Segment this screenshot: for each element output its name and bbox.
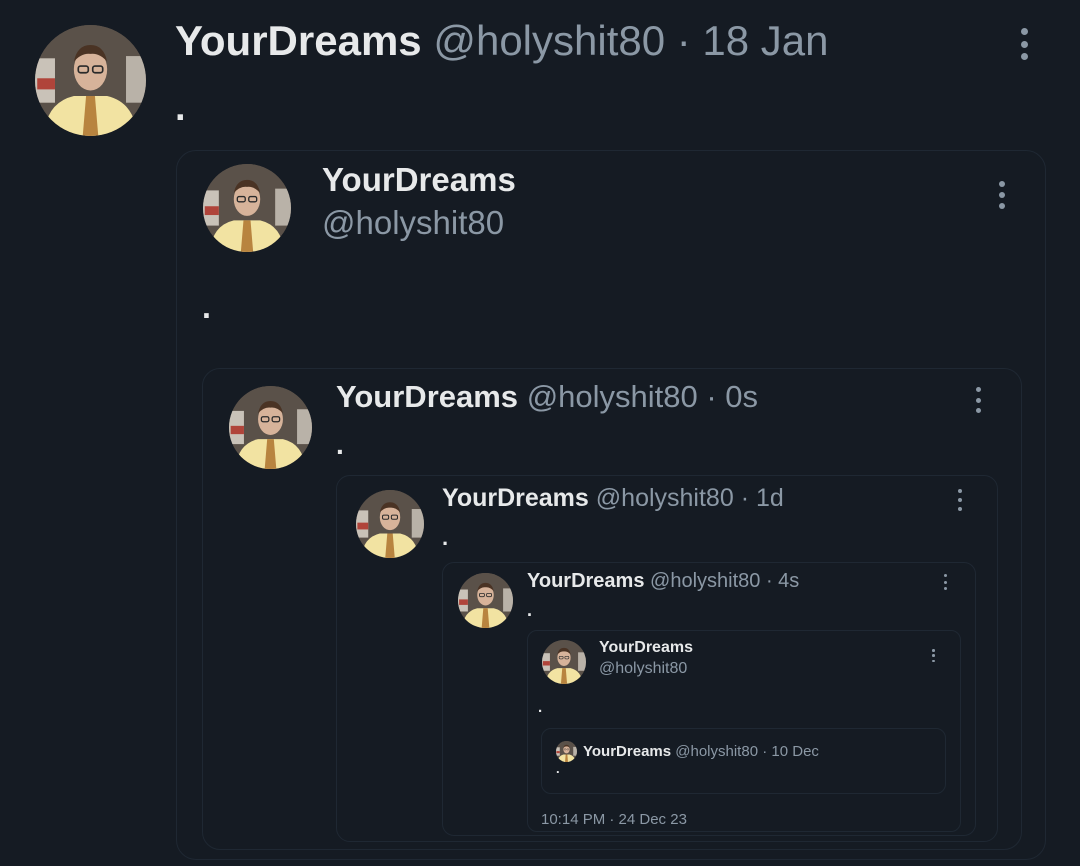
tweet-body: . <box>202 289 211 325</box>
timestamp[interactable]: · 1d <box>741 484 784 512</box>
author-name[interactable]: YourDreams <box>527 570 644 592</box>
more-options-icon[interactable] <box>973 387 983 413</box>
tweet-header: YourDreams @holyshit80 · 4s <box>527 568 799 594</box>
avatar[interactable] <box>556 741 577 762</box>
author-handle[interactable]: @holyshit80 <box>527 379 698 414</box>
avatar[interactable] <box>458 573 513 628</box>
author-name[interactable]: YourDreams <box>336 379 518 414</box>
author-handle[interactable]: @holyshit80 <box>433 17 665 64</box>
avatar[interactable] <box>35 25 146 136</box>
tweet-body: . <box>175 87 186 129</box>
author-name[interactable]: YourDreams <box>583 743 671 760</box>
tweet-header: YourDreams @holyshit80 · 0s <box>336 377 758 417</box>
more-options-icon[interactable] <box>1018 28 1030 60</box>
author-handle[interactable]: @holyshit80 <box>596 484 734 512</box>
more-options-icon[interactable] <box>997 181 1007 209</box>
author-handle[interactable]: @holyshit80 <box>322 203 504 243</box>
tweet-body: . <box>538 699 543 716</box>
author-name[interactable]: YourDreams <box>322 160 516 200</box>
tweet-header: YourDreams @holyshit80 · 10 Dec <box>583 742 819 762</box>
more-options-icon[interactable] <box>931 649 936 662</box>
post-timestamp[interactable]: 10:14 PM · 24 Dec 23 <box>541 810 687 830</box>
avatar[interactable] <box>203 164 291 252</box>
timestamp[interactable]: · 4s <box>766 570 799 592</box>
tweet-body: . <box>556 761 560 776</box>
timestamp[interactable]: · 18 Jan <box>677 17 829 64</box>
avatar[interactable] <box>229 386 312 469</box>
avatar[interactable] <box>542 640 586 684</box>
tweet-body: . <box>442 525 449 550</box>
more-options-icon[interactable] <box>942 574 948 590</box>
tweet-header: YourDreams @holyshit80 · 18 Jan <box>175 16 829 66</box>
author-handle[interactable]: @holyshit80 <box>599 659 687 679</box>
author-name[interactable]: YourDreams <box>599 638 693 658</box>
author-handle[interactable]: @holyshit80 <box>675 743 758 760</box>
author-name[interactable]: YourDreams <box>442 484 589 512</box>
more-options-icon[interactable] <box>956 489 964 511</box>
author-handle[interactable]: @holyshit80 <box>650 570 760 592</box>
tweet-body: . <box>527 600 533 620</box>
tweet-body: . <box>336 429 344 460</box>
tweet-header: YourDreams @holyshit80 · 1d <box>442 482 784 514</box>
avatar[interactable] <box>356 490 424 558</box>
timestamp[interactable]: · 0s <box>706 379 758 414</box>
timestamp[interactable]: · 10 Dec <box>762 743 819 760</box>
author-name[interactable]: YourDreams <box>175 17 422 64</box>
